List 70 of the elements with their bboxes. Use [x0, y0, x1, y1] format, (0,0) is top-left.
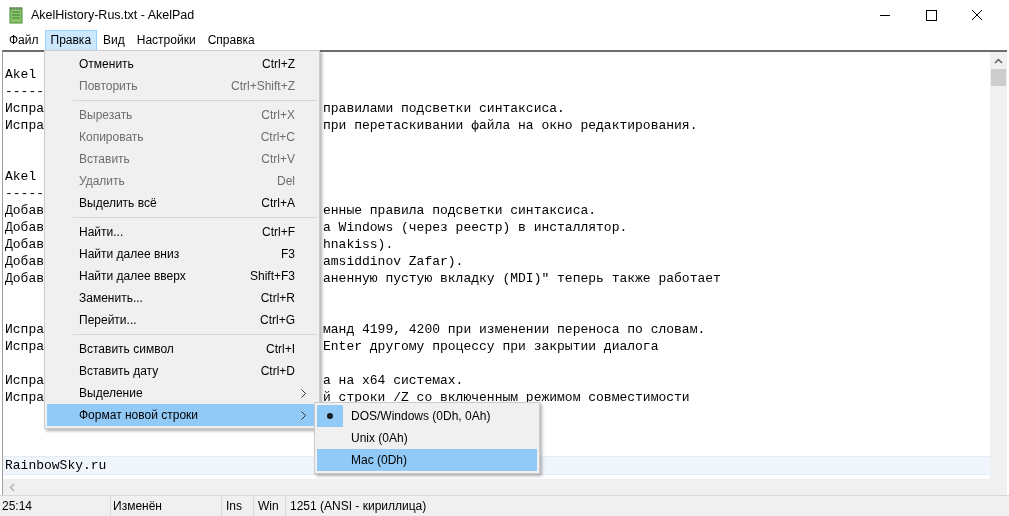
text-line: манд 4199, 4200 при изменении переноса по словам.	[323, 321, 706, 338]
menu-bar-item[interactable]: Вид	[97, 29, 131, 51]
text-line: Enter другому процессу при закрытии диалога	[323, 338, 659, 355]
shortcut-label: Ctrl+F	[262, 225, 295, 239]
text-line: Испра	[5, 390, 44, 405]
menu-item[interactable]: Найти... Ctrl+F	[47, 221, 317, 243]
text-line: -----	[5, 84, 44, 99]
menu-bar-item[interactable]: Справка	[201, 29, 261, 51]
shortcut-label: Ctrl+R	[260, 291, 295, 305]
shortcut-label: Ctrl+V	[261, 152, 295, 166]
status-text: 1251 (ANSI - кириллица)	[289, 498, 427, 515]
text-line: Добав	[5, 237, 44, 252]
text-line: енные правила подсветки синтаксиса.	[323, 202, 597, 219]
text-line: Добав	[5, 203, 44, 218]
menu-item[interactable]: DOS/Windows (0Dh, 0Ah)	[317, 405, 537, 427]
shortcut-label: Ctrl+D	[260, 364, 295, 378]
scrollbar-thumb[interactable]	[991, 69, 1006, 86]
menu-bar-item[interactable]: Правка	[44, 29, 98, 51]
text-line: а Windows (через реестр) в инсталлятор.	[323, 219, 628, 236]
text-line: й строки /Z со включенным режимом совместимости	[323, 389, 690, 406]
text-line: Испра	[5, 322, 44, 337]
status-text: Ins	[222, 496, 254, 516]
text-line: Добав	[5, 271, 44, 286]
text-line: Akel	[5, 67, 37, 82]
shortcut-label: Ctrl+I	[266, 342, 295, 356]
menu-item[interactable]: Mac (0Dh)	[317, 449, 537, 471]
status-text: Win	[254, 496, 286, 516]
shortcut-label: Ctrl+Shift+Z	[230, 79, 295, 93]
text-line: Испра	[5, 118, 44, 133]
menu-item[interactable]: Найти далее вниз F3	[47, 243, 317, 265]
text-line: Добав	[5, 254, 44, 269]
status-text: 25:14	[0, 496, 111, 516]
text-line: Akel	[5, 169, 37, 184]
menu-item[interactable]: Выделение	[47, 382, 317, 404]
window-title: AkelHistory-Rus.txt - AkelPad	[31, 8, 196, 22]
menu-item[interactable]: Unix (0Ah)	[317, 427, 537, 449]
text-line: при перетаскивании файла на окно редактирования.	[323, 117, 698, 134]
shortcut-label: Ctrl+A	[261, 196, 295, 210]
shortcut-label: F3	[281, 247, 295, 261]
horizontal-scrollbar[interactable]	[3, 479, 1007, 495]
menu-bar-item[interactable]: Настройки	[130, 29, 202, 51]
menu-item[interactable]: Найти далее вверх Shift+F3	[47, 265, 317, 287]
menu-item[interactable]: Перейти... Ctrl+G	[47, 309, 317, 331]
shortcut-label: Del	[277, 174, 295, 188]
shortcut-label: Ctrl+Z	[262, 57, 295, 71]
text-line: Испра	[5, 101, 44, 116]
menu-item[interactable]: Заменить... Ctrl+R	[47, 287, 317, 309]
text-line: Испра	[5, 373, 44, 388]
text-line: -----	[5, 186, 44, 201]
text-line: RainbowSky.ru	[5, 458, 107, 473]
text-line: Испра	[5, 339, 44, 354]
text-line: а на x64 системах.	[323, 372, 464, 389]
menu-bar-item[interactable]: Файл	[3, 29, 45, 51]
vertical-scrollbar[interactable]	[990, 52, 1007, 479]
text-line: Добав	[5, 220, 44, 235]
status-text: Изменён	[111, 496, 222, 516]
shortcut-label: Shift+F3	[249, 269, 295, 283]
notepad-icon	[8, 6, 24, 24]
menu-item[interactable]: Выделить всё Ctrl+A	[47, 192, 317, 214]
menu-item[interactable]: Вставить дату Ctrl+D	[47, 360, 317, 382]
shortcut-label: Ctrl+C	[260, 130, 295, 144]
menu-item[interactable]: Формат новой строки	[47, 404, 317, 426]
text-line: аненную пустую вкладку (MDI)" теперь также работает	[323, 270, 721, 287]
shortcut-label: Ctrl+G	[260, 313, 295, 327]
menu-item[interactable]: Вставить символ Ctrl+I	[47, 338, 317, 360]
text-line: hnakiss).	[323, 236, 394, 253]
menu-item[interactable]: Отменить Ctrl+Z	[47, 53, 317, 75]
text-line: правилами подсветки синтаксиса.	[323, 100, 565, 117]
shortcut-label: Ctrl+X	[261, 108, 295, 122]
text-line: amsiddinov Zafar).	[323, 253, 464, 270]
